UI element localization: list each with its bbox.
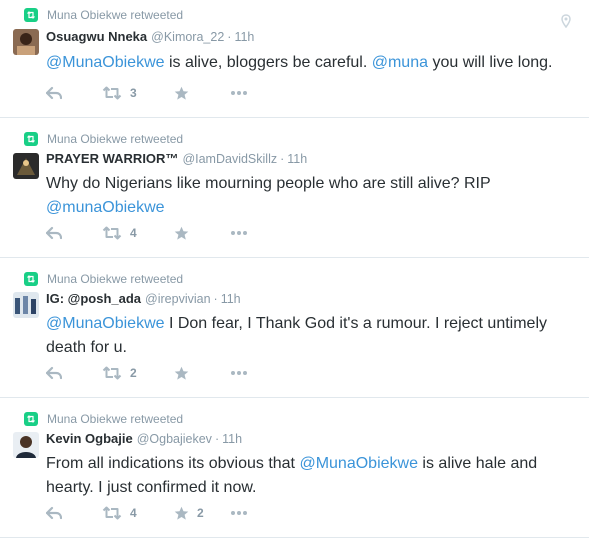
- mention-link[interactable]: @muna: [372, 54, 428, 71]
- more-button[interactable]: [230, 224, 248, 242]
- tweet-item[interactable]: Muna Obiekwe retweeted Osuagwu Nneka @Kim…: [0, 0, 589, 118]
- retweet-context-label[interactable]: Muna Obiekwe retweeted: [47, 412, 183, 426]
- retweet-button[interactable]: 2: [102, 364, 137, 382]
- tweet-timestamp[interactable]: 11h: [234, 30, 254, 44]
- more-icon: [231, 371, 247, 375]
- retweet-context: Muna Obiekwe retweeted: [24, 271, 183, 287]
- retweet-button[interactable]: 4: [102, 224, 137, 242]
- retweet-context: Muna Obiekwe retweeted: [24, 131, 183, 147]
- tweet-timestamp[interactable]: 11h: [287, 152, 307, 166]
- mention-link[interactable]: @MunaObiekwe: [46, 54, 165, 71]
- author-username[interactable]: @Kimora_22: [151, 30, 224, 44]
- mention-link[interactable]: @munaObiekwe: [46, 199, 165, 216]
- reply-button[interactable]: [46, 84, 62, 102]
- favorite-button[interactable]: [174, 364, 197, 382]
- retweet-action-icon: [102, 366, 122, 380]
- reply-icon: [46, 86, 62, 100]
- more-button[interactable]: [230, 364, 248, 382]
- tweet-item[interactable]: Muna Obiekwe retweeted PRAYER WARRIOR™ @I…: [0, 118, 589, 258]
- favorite-button[interactable]: [174, 224, 197, 242]
- favorite-button[interactable]: 2: [174, 504, 204, 522]
- author-username[interactable]: @Ogbajiekev: [137, 432, 212, 446]
- reply-button[interactable]: [46, 504, 62, 522]
- tweet-text: @MunaObiekwe is alive, bloggers be caref…: [46, 51, 566, 75]
- separator-dot: ·: [227, 30, 232, 44]
- tweet-actions: 4 2: [46, 504, 306, 522]
- separator-dot: ·: [280, 152, 285, 166]
- retweet-context: Muna Obiekwe retweeted: [24, 7, 183, 23]
- tweet-item[interactable]: Muna Obiekwe retweeted IG: @posh_ada @ire…: [0, 258, 589, 398]
- tweet-text-segment: is alive, bloggers be careful.: [164, 54, 372, 71]
- retweet-count: 3: [130, 86, 137, 100]
- retweet-icon: [24, 412, 38, 426]
- avatar[interactable]: [13, 153, 39, 179]
- retweet-icon: [24, 8, 38, 22]
- retweet-icon: [24, 272, 38, 286]
- separator-dot: ·: [213, 292, 218, 306]
- mention-link[interactable]: @MunaObiekwe: [46, 315, 165, 332]
- star-icon: [174, 506, 189, 520]
- retweet-count: 4: [130, 506, 137, 520]
- tweet-header: Osuagwu Nneka @Kimora_22 · 11h: [46, 29, 254, 45]
- tweet-text: Why do Nigerians like mourning people wh…: [46, 172, 516, 220]
- favorite-button[interactable]: [174, 84, 197, 102]
- author-username[interactable]: @irepvivian: [145, 292, 211, 306]
- star-icon: [174, 86, 189, 100]
- retweet-icon: [24, 132, 38, 146]
- retweet-action-icon: [102, 506, 122, 520]
- author-fullname[interactable]: Osuagwu Nneka: [46, 29, 147, 44]
- timeline: Muna Obiekwe retweeted Osuagwu Nneka @Kim…: [0, 0, 589, 538]
- tweet-text-segment: Why do Nigerians like mourning people wh…: [46, 175, 491, 192]
- reply-button[interactable]: [46, 364, 62, 382]
- retweet-context-label[interactable]: Muna Obiekwe retweeted: [47, 132, 183, 146]
- favorite-count: 2: [197, 506, 204, 520]
- author-username[interactable]: @IamDavidSkillz: [182, 152, 277, 166]
- avatar[interactable]: [13, 292, 39, 318]
- reply-icon: [46, 506, 62, 520]
- more-icon: [231, 91, 247, 95]
- retweet-context: Muna Obiekwe retweeted: [24, 411, 183, 427]
- reply-icon: [46, 226, 62, 240]
- more-button[interactable]: [230, 84, 248, 102]
- avatar[interactable]: [13, 432, 39, 458]
- retweet-context-label[interactable]: Muna Obiekwe retweeted: [47, 8, 183, 22]
- tweet-text: @MunaObiekwe I Don fear, I Thank God it'…: [46, 312, 566, 360]
- tweet-item[interactable]: Muna Obiekwe retweeted Kevin Ogbajie @Ogb…: [0, 398, 589, 538]
- reply-icon: [46, 366, 62, 380]
- retweet-action-icon: [102, 86, 122, 100]
- retweet-button[interactable]: 4: [102, 504, 137, 522]
- tweet-actions: 3: [46, 84, 306, 102]
- retweet-count: 2: [130, 366, 137, 380]
- more-button[interactable]: [230, 504, 248, 522]
- mention-link[interactable]: @MunaObiekwe: [299, 455, 418, 472]
- more-icon: [231, 231, 247, 235]
- more-icon: [231, 511, 247, 515]
- retweet-button[interactable]: 3: [102, 84, 137, 102]
- tweet-text: From all indications its obvious that @M…: [46, 452, 566, 500]
- location-pin-icon[interactable]: [560, 14, 572, 28]
- tweet-header: Kevin Ogbajie @Ogbajiekev · 11h: [46, 431, 242, 447]
- tweet-header: IG: @posh_ada @irepvivian · 11h: [46, 291, 241, 307]
- tweet-actions: 2: [46, 364, 306, 382]
- separator-dot: ·: [214, 432, 220, 446]
- star-icon: [174, 366, 189, 380]
- author-fullname[interactable]: PRAYER WARRIOR™: [46, 151, 178, 166]
- tweet-timestamp[interactable]: 11h: [221, 292, 241, 306]
- tweet-timestamp[interactable]: 11h: [222, 432, 242, 446]
- reply-button[interactable]: [46, 224, 62, 242]
- star-icon: [174, 226, 189, 240]
- retweet-count: 4: [130, 226, 137, 240]
- avatar[interactable]: [13, 29, 39, 55]
- author-fullname[interactable]: IG: @posh_ada: [46, 291, 141, 306]
- tweet-text-segment: you will live long.: [428, 54, 553, 71]
- author-fullname[interactable]: Kevin Ogbajie: [46, 431, 133, 446]
- tweet-text-segment: From all indications its obvious that: [46, 455, 300, 472]
- tweet-actions: 4: [46, 224, 306, 242]
- tweet-header: PRAYER WARRIOR™ @IamDavidSkillz · 11h: [46, 151, 307, 167]
- retweet-action-icon: [102, 226, 122, 240]
- retweet-context-label[interactable]: Muna Obiekwe retweeted: [47, 272, 183, 286]
